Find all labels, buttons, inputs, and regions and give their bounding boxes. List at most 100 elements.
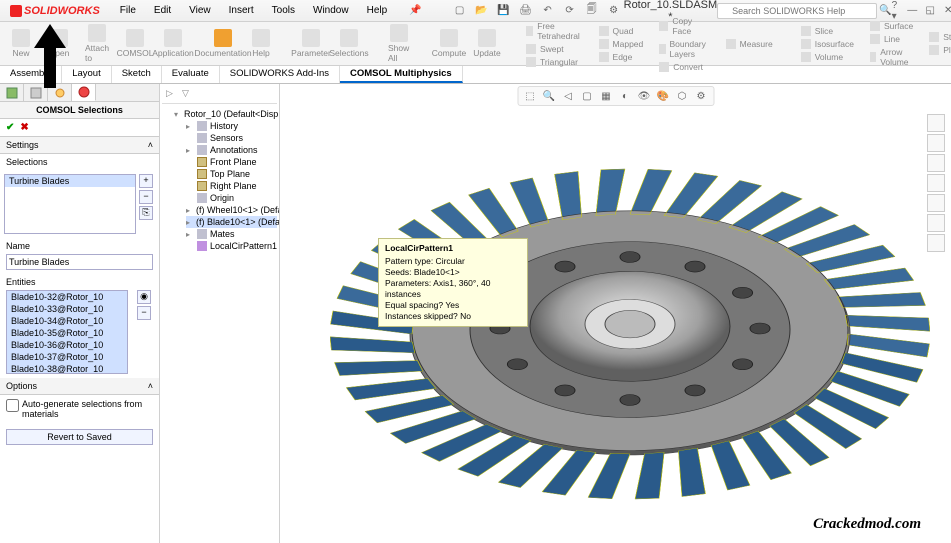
tree-blade[interactable]: ▸(f) Blade10<1> (Defa... [186,216,277,228]
qat-settings-icon[interactable]: ⚙ [604,2,624,20]
search-icon[interactable]: 🔍 [879,2,891,20]
rib-convert[interactable]: Convert [655,61,713,73]
section-icon[interactable]: ▢ [579,88,595,104]
pick-icon[interactable]: ◉ [137,290,151,304]
menu-window[interactable]: Window [305,3,357,18]
remove-entity-icon[interactable]: − [137,306,151,320]
view-orient-icon[interactable]: ▦ [598,88,614,104]
tree-root[interactable]: ▾Rotor_10 (Default<Displa... [174,108,277,120]
duplicate-icon[interactable]: ⎘ [139,206,153,220]
rib-update[interactable]: Update [472,29,502,58]
entity-item[interactable]: Blade10-37@Rotor_10 [7,351,127,363]
close-icon[interactable]: ✕ [941,4,951,18]
add-selection-icon[interactable]: + [139,174,153,188]
qat-open-icon[interactable]: 📂 [472,2,492,20]
panel-tab-display-icon[interactable] [48,84,72,101]
settings-header[interactable]: Settings˄ [0,137,159,154]
appearance-icon[interactable]: 🎨 [655,88,671,104]
tab-addins[interactable]: SOLIDWORKS Add-Ins [220,66,340,83]
options-header[interactable]: Options˄ [0,378,159,395]
tree-front-plane[interactable]: Front Plane [186,156,277,168]
entities-list[interactable]: Blade10-32@Rotor_10 Blade10-33@Rotor_10 … [6,290,128,374]
selection-item[interactable]: Turbine Blades [5,175,135,187]
rib-volume[interactable]: Volume [797,51,858,63]
menu-help[interactable]: Help [359,3,396,18]
rib-applib[interactable]: Application [158,29,188,58]
qat-rebuild-icon[interactable]: ⟳ [560,2,580,20]
rib-free-tet[interactable]: Free Tetrahedral [522,20,587,42]
rib-player[interactable]: Player [925,44,951,56]
rib-parameter[interactable]: Parameter [296,29,326,58]
rib-copy-face[interactable]: Copy Face [655,15,713,37]
pin-icon[interactable]: 📌 [401,3,429,18]
tab-comsol[interactable]: COMSOL Multiphysics [340,66,463,83]
tree-right-plane[interactable]: Right Plane [186,180,277,192]
tree-filter-icon[interactable]: ▽ [182,88,194,100]
tab-layout[interactable]: Layout [62,66,112,83]
rib-slice[interactable]: Slice [797,25,858,37]
restore-icon[interactable]: ◱ [923,4,937,18]
zoom-fit-icon[interactable]: ⬚ [522,88,538,104]
remove-selection-icon[interactable]: − [139,190,153,204]
cancel-icon[interactable]: ✖ [20,122,28,133]
entity-item[interactable]: Blade10-32@Rotor_10 [7,291,127,303]
name-input[interactable] [6,254,153,270]
entity-item[interactable]: Blade10-38@Rotor_10 [7,363,127,374]
rib-isosurface[interactable]: Isosurface [797,38,858,50]
tree-pattern[interactable]: LocalCirPattern1 [186,240,277,252]
tree-mates[interactable]: ▸Mates [186,228,277,240]
rib-streamline[interactable]: Streamline [925,31,951,43]
rib-line[interactable]: Line [866,33,917,45]
rib-edge[interactable]: Edge [595,51,648,63]
tree-history[interactable]: ▸History [186,120,277,132]
rib-open[interactable]: Open [44,29,74,58]
rib-mapped[interactable]: Mapped [595,38,648,50]
rib-arrow-vol[interactable]: Arrow Volume [866,46,917,68]
rib-new[interactable]: New [6,29,36,58]
panel-tab-config-icon[interactable] [24,84,48,101]
selections-list[interactable]: Turbine Blades [4,174,136,234]
menu-view[interactable]: View [181,3,219,18]
viewport[interactable]: ⬚ 🔍 ◁ ▢ ▦ ◐ 👁 🎨 ⬡ ⚙ LocalCirPattern1 Pat… [280,84,951,543]
search-help-input[interactable] [717,3,877,19]
rib-comsol[interactable]: COMSOL [120,29,150,58]
panel-tab-tree-icon[interactable] [0,84,24,101]
rib-help[interactable]: Help [246,29,276,58]
revert-button[interactable]: Revert to Saved [6,429,153,445]
rib-attach[interactable]: Attach to [82,24,112,63]
tab-assembly[interactable]: Assembly [0,66,62,83]
view-settings-icon[interactable]: ⚙ [693,88,709,104]
tab-sketch[interactable]: Sketch [112,66,162,83]
rib-boundary[interactable]: Boundary Layers [655,38,713,60]
panel-tab-comsol-icon[interactable] [72,84,96,101]
rib-surface[interactable]: Surface [866,20,917,32]
qat-new-icon[interactable]: ▢ [450,2,470,20]
menu-tools[interactable]: Tools [264,3,303,18]
menu-insert[interactable]: Insert [221,3,262,18]
rib-documentation[interactable]: Documentation [208,29,238,58]
help-menu-icon[interactable]: ? ▾ [892,2,898,20]
rib-showall[interactable]: Show All [384,24,414,63]
qat-undo-icon[interactable]: ↶ [538,2,558,20]
qat-options-icon[interactable]: 🗐 [582,2,602,20]
tab-evaluate[interactable]: Evaluate [162,66,220,83]
menu-file[interactable]: File [112,3,144,18]
scene-icon[interactable]: ⬡ [674,88,690,104]
tree-origin[interactable]: Origin [186,192,277,204]
tree-annotations[interactable]: ▸Annotations [186,144,277,156]
entity-item[interactable]: Blade10-33@Rotor_10 [7,303,127,315]
rib-swept[interactable]: Swept [522,43,587,55]
display-style-icon[interactable]: ◐ [617,88,633,104]
rib-quad[interactable]: Quad [595,25,648,37]
tree-top-plane[interactable]: Top Plane [186,168,277,180]
qat-print-icon[interactable]: 🖨 [516,2,536,20]
entity-item[interactable]: Blade10-34@Rotor_10 [7,315,127,327]
rib-selections[interactable]: Selections [334,29,364,58]
tree-flyout-icon[interactable]: ▷ [166,88,178,100]
qat-save-icon[interactable]: 💾 [494,2,514,20]
auto-generate-checkbox[interactable]: Auto-generate selections from materials [6,399,153,419]
entity-item[interactable]: Blade10-35@Rotor_10 [7,327,127,339]
menu-edit[interactable]: Edit [146,3,179,18]
zoom-area-icon[interactable]: 🔍 [541,88,557,104]
rib-triangular[interactable]: Triangular [522,56,587,68]
